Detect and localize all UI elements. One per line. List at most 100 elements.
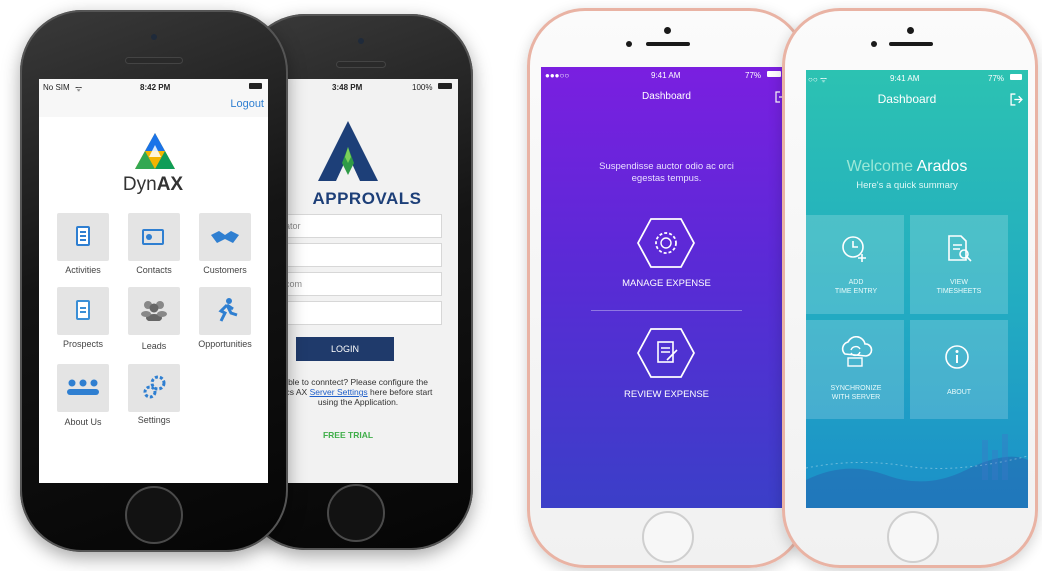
home-button[interactable] <box>887 511 939 563</box>
status-bar: ●●●○○ 9:41 AM 77% <box>541 67 792 83</box>
background-wave-decoration <box>806 434 1028 508</box>
home-button[interactable] <box>642 511 694 563</box>
help-line-3: using the Application. <box>317 397 399 407</box>
logout-button[interactable]: Logout <box>230 98 264 110</box>
earpiece-speaker <box>126 58 182 63</box>
login-button[interactable]: LOGIN <box>296 337 394 361</box>
server-settings-link[interactable]: Server Settings <box>310 387 368 397</box>
wifi-icon: ᯤ <box>75 84 83 93</box>
document-edit-icon[interactable] <box>637 327 695 379</box>
dynax-logo-icon <box>135 133 175 169</box>
running-person-icon <box>218 298 238 322</box>
tile-line-1: ADD <box>848 279 864 286</box>
front-camera <box>664 27 671 34</box>
username-field[interactable]: istrator <box>268 214 442 238</box>
wordmark-prefix: Dyn <box>122 174 157 195</box>
status-bar: No SIM ᯤ 8:42 PM <box>39 79 268 95</box>
page-title: Dashboard <box>642 91 691 102</box>
tile-contacts[interactable] <box>128 213 180 261</box>
nav-bar: Logout <box>39 95 268 117</box>
tile-label-add-time-entry: ADD TIME ENTRY <box>806 278 906 296</box>
welcome-prefix: Welcome <box>846 158 917 175</box>
manage-expense-label[interactable]: MANAGE EXPENSE <box>541 278 792 289</box>
carrier-label: No SIM <box>43 83 70 92</box>
tile-label-contacts: Contacts <box>136 265 172 275</box>
tile-label-opportunities: Opportunities <box>198 339 252 349</box>
welcome-heading: Welcome Arados <box>806 158 1008 176</box>
server-field[interactable] <box>268 301 442 325</box>
tile-line-1: VIEW <box>950 279 968 286</box>
help-line-1: ble to conntect? Please configure the <box>288 377 428 387</box>
team-icon <box>67 379 99 395</box>
home-button[interactable] <box>327 484 385 542</box>
tile-prospects[interactable] <box>57 287 109 335</box>
approvals-brand: APPROVALS <box>312 189 422 208</box>
tile-label-synchronize: SYNCHRONIZE WITH SERVER <box>806 384 906 402</box>
clipboard-icon <box>76 226 90 246</box>
status-time: 3:48 PM <box>332 83 363 92</box>
people-group-icon <box>141 301 167 321</box>
status-bar: ○○ ᯤ 9:41 AM 77% <box>806 70 1028 86</box>
free-trial-link[interactable]: FREE TRIAL <box>308 430 388 440</box>
wordmark-suffix: AX <box>156 174 184 195</box>
tile-line-2: TIMESHEETS <box>936 288 982 295</box>
summary-subtitle: Here's a quick summary <box>856 180 958 191</box>
battery-percent: 100% <box>412 83 433 92</box>
document-search-icon <box>948 235 972 262</box>
approvals-logo-icon <box>318 121 378 181</box>
battery-percent: 77% <box>988 74 1005 83</box>
tagline-line-1: Suspendisse auctor odio ac orci <box>599 161 734 172</box>
tile-line-2: TIME ENTRY <box>834 288 878 295</box>
domain-field[interactable]: so.com <box>268 272 442 296</box>
proximity-sensor <box>871 41 877 47</box>
tile-opportunities[interactable] <box>199 287 251 335</box>
tile-label-customers: Customers <box>203 265 247 275</box>
review-expense-label[interactable]: REVIEW EXPENSE <box>541 389 792 400</box>
battery-icon <box>1010 74 1022 80</box>
expense-screen: ●●●○○ 9:41 AM 77% Dashboard Suspendisse … <box>541 67 792 508</box>
battery-icon <box>767 71 781 77</box>
timesheet-screen: ○○ ᯤ 9:41 AM 77% Dashboard Welcome Arado… <box>806 70 1028 508</box>
cloud-sync-icon <box>841 336 873 367</box>
logout-icon[interactable] <box>1010 93 1023 106</box>
tile-label-leads: Leads <box>141 341 167 351</box>
tile-customers[interactable] <box>199 213 251 261</box>
battery-icon <box>249 83 262 89</box>
page-title: Dashboard <box>877 92 937 106</box>
earpiece-speaker <box>889 42 933 46</box>
gear-coin-icon[interactable] <box>637 217 695 269</box>
clock-plus-icon <box>842 236 866 262</box>
dynax-screen: No SIM ᯤ 8:42 PM Logout DynAX Activities… <box>39 79 268 483</box>
home-button[interactable] <box>125 486 183 544</box>
tile-settings[interactable] <box>128 364 180 412</box>
welcome-name: Arados <box>916 158 968 175</box>
tile-label-about: ABOUT <box>909 388 1009 397</box>
help-line-2-suffix: here before start <box>367 387 433 397</box>
status-bar: 3:48 PM 100% <box>262 79 458 95</box>
tile-view-timesheets[interactable] <box>910 215 1008 314</box>
status-time: 9:41 AM <box>890 74 920 83</box>
tagline-line-2: egestas tempus. <box>631 173 702 184</box>
front-camera <box>907 27 914 34</box>
handshake-icon <box>211 231 239 243</box>
front-camera <box>358 38 364 44</box>
battery-percent: 77% <box>745 71 762 80</box>
tile-label-about-us: About Us <box>64 417 102 427</box>
contact-card-icon <box>142 229 164 245</box>
earpiece-speaker <box>337 62 385 67</box>
tile-activities[interactable] <box>57 213 109 261</box>
tile-add-time-entry[interactable] <box>806 215 904 314</box>
tile-leads[interactable] <box>128 287 180 335</box>
battery-icon <box>438 83 452 89</box>
approvals-screen: 3:48 PM 100% APPROVALS istrator ord so.c… <box>262 79 458 483</box>
status-time: 9:41 AM <box>651 71 681 80</box>
help-line-2: ics AX Server Settings here before start <box>262 387 454 397</box>
tile-label-settings: Settings <box>137 415 171 425</box>
tile-about-us[interactable] <box>57 364 109 412</box>
help-text: ble to conntect? Please configure the ic… <box>262 377 454 407</box>
tile-line-1: SYNCHRONIZE <box>830 385 882 392</box>
document-icon <box>76 300 90 320</box>
password-field[interactable]: ord <box>268 243 442 267</box>
front-camera <box>151 34 157 40</box>
tile-label-view-timesheets: VIEW TIMESHEETS <box>909 278 1009 296</box>
